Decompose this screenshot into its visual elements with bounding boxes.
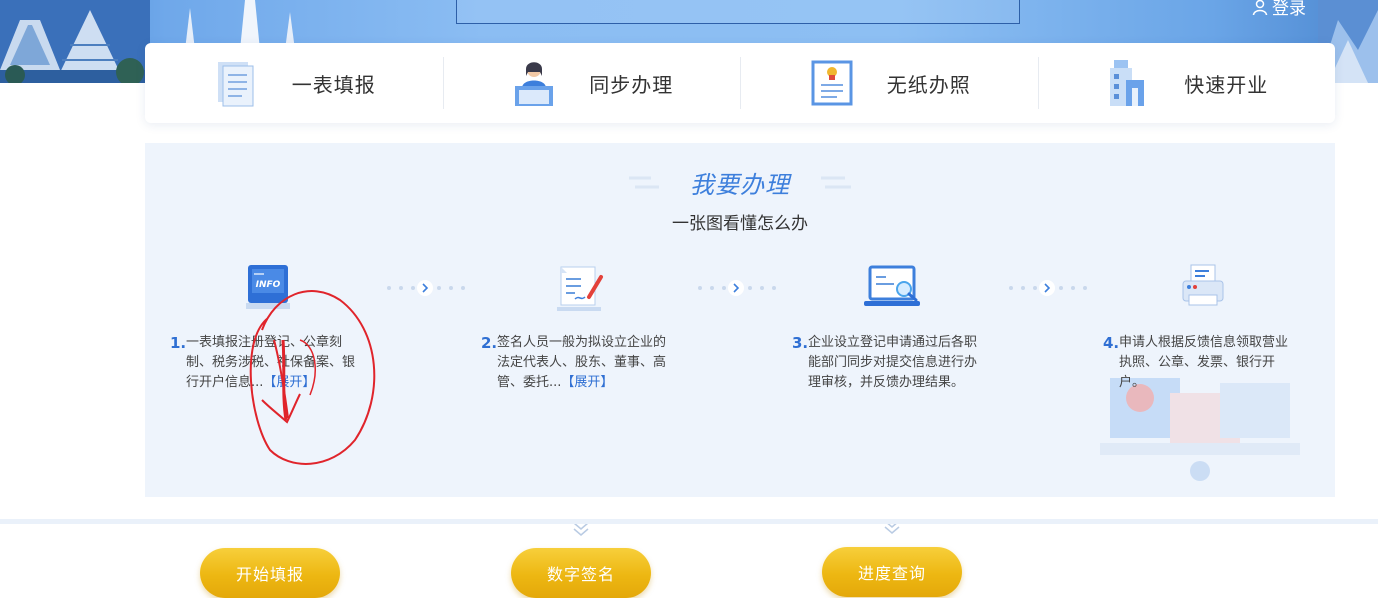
- feature-label: 一表填报: [291, 72, 376, 97]
- decor-lines-right: [821, 176, 851, 189]
- feature-label: 快速开业: [1184, 72, 1269, 97]
- feature-item-paperless[interactable]: 无纸办照: [740, 43, 1038, 123]
- clerk-desk-icon: [515, 62, 554, 106]
- progress-query-button[interactable]: 进度查询: [822, 547, 962, 597]
- main-panel: 我要办理 一张图看懂怎么办 INFO 1. 一表填报注册登记、公章刻 制、税务涉…: [145, 143, 1335, 598]
- step-description: 3. 企业设立登记申请通过后各职 能部门同步对提交信息进行办 理审核，并反馈办理…: [792, 333, 1007, 393]
- login-link[interactable]: 登录: [1252, 0, 1306, 19]
- step-line: 户。: [1119, 375, 1146, 390]
- step-connector: [698, 280, 776, 296]
- step-line: 制、税务涉税、社保备案、银: [186, 355, 356, 370]
- feature-item-quick-open[interactable]: 快速开业: [1037, 43, 1336, 123]
- form-document-icon: [217, 62, 254, 107]
- step-line: 申请人根据反馈信息领取营业: [1119, 335, 1289, 350]
- step-line: 法定代表人、股东、董事、高: [497, 355, 667, 370]
- step-line: 管、委托...: [497, 375, 562, 390]
- section-title: 我要办理: [690, 171, 790, 199]
- step-line: 签名人员一般为拟设立企业的: [497, 335, 667, 350]
- step-connector: [1009, 280, 1087, 296]
- step-line: 企业设立登记申请通过后各职: [808, 335, 978, 350]
- certificate-icon: [811, 60, 853, 106]
- info-monitor-icon: INFO: [246, 265, 290, 309]
- signature-document-icon: [557, 266, 603, 311]
- digital-sign-button[interactable]: 数字签名: [511, 548, 651, 598]
- step-description: 4. 申请人根据反馈信息领取营业 执照、公章、发票、银行开 户。: [1103, 333, 1318, 393]
- step-description: 2. 签名人员一般为拟设立企业的 法定代表人、股东、董事、高 管、委托...【展…: [481, 333, 696, 393]
- feature-bar: 一表填报 同步办理 无纸办照 快速开业: [145, 43, 1335, 123]
- step-line: 理审核，并反馈办理结果。: [808, 375, 965, 390]
- feature-item-form[interactable]: 一表填报: [145, 43, 443, 123]
- expand-link[interactable]: 【展开】: [561, 375, 613, 390]
- step-number: 1.: [170, 334, 187, 352]
- step-number: 2.: [481, 334, 498, 352]
- step-line: 行开户信息...: [186, 375, 264, 390]
- step-line: 一表填报注册登记、公章刻: [186, 335, 343, 350]
- building-icon: [1110, 60, 1145, 106]
- step-line: 执照、公章、发票、银行开: [1119, 355, 1276, 370]
- feature-label: 无纸办照: [886, 72, 971, 97]
- login-label: 登录: [1272, 0, 1306, 19]
- step-number: 4.: [1103, 334, 1120, 352]
- step-line: 能部门同步对提交信息进行办: [808, 355, 978, 370]
- step-number: 3.: [792, 334, 809, 352]
- expand-link[interactable]: 【展开】: [263, 375, 315, 390]
- section-subtitle: 一张图看懂怎么办: [672, 214, 808, 234]
- svg-text:INFO: INFO: [256, 280, 281, 290]
- start-fill-button[interactable]: 开始填报: [200, 548, 340, 598]
- laptop-search-icon: [864, 265, 920, 306]
- landmark-illustration: [0, 0, 150, 83]
- notice-box: [456, 0, 1020, 24]
- feature-label: 同步办理: [589, 72, 674, 97]
- user-icon: [1252, 0, 1268, 15]
- step-connector: [387, 280, 465, 296]
- step-description: 1. 一表填报注册登记、公章刻 制、税务涉税、社保备案、银 行开户信息...【展…: [170, 333, 385, 393]
- feature-item-sync[interactable]: 同步办理: [442, 43, 741, 123]
- footer-divider: [0, 519, 1378, 524]
- printer-icon: [1182, 264, 1224, 306]
